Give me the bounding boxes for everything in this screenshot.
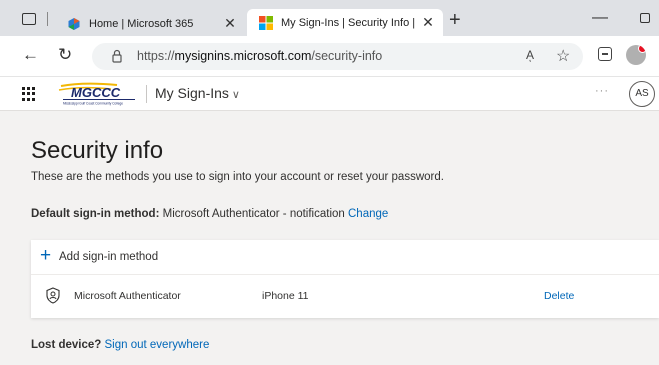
read-aloud-icon[interactable]: Aͅ [526, 48, 534, 62]
refresh-icon[interactable]: ↻ [58, 45, 72, 65]
header-divider [146, 85, 147, 103]
lock-icon [112, 49, 122, 63]
microsoft-logo-icon [259, 15, 273, 30]
add-sign-in-method-button[interactable]: + Add sign-in method [31, 240, 659, 275]
method-device: iPhone 11 [262, 290, 309, 302]
add-icon: + [40, 245, 52, 266]
lost-device: Lost device? Sign out everywhere [31, 339, 209, 351]
sign-in-methods-card: + Add sign-in method Microsoft Authentic… [31, 240, 659, 318]
authenticator-icon [46, 287, 60, 304]
default-method-value: Microsoft Authenticator - notification [162, 208, 345, 220]
collections-icon[interactable] [598, 47, 612, 61]
app-launcher-icon[interactable] [22, 87, 36, 101]
tab-title: My Sign-Ins | Security Info | Micr [281, 16, 419, 29]
tab-close-icon[interactable]: ✕ [419, 14, 437, 31]
sign-out-everywhere-link[interactable]: Sign out everywhere [105, 339, 210, 351]
new-tab-button[interactable]: + [449, 9, 461, 32]
add-method-label: Add sign-in method [59, 251, 159, 263]
address-bar[interactable]: https://mysignins.microsoft.com/security… [92, 43, 583, 70]
minimize-icon[interactable]: — [592, 9, 608, 27]
browser-profile-avatar[interactable] [626, 45, 646, 65]
list-item: Microsoft Authenticator iPhone 11 Delete [31, 275, 659, 318]
url-text: https://mysignins.microsoft.com/security… [137, 49, 383, 63]
default-sign-in-method: Default sign-in method: Microsoft Authen… [31, 208, 388, 220]
delete-method-link[interactable]: Delete [544, 290, 574, 302]
tab-divider [47, 12, 48, 26]
page-subtitle: These are the methods you use to sign in… [31, 171, 444, 183]
change-default-link[interactable]: Change [348, 208, 388, 220]
back-arrow-icon[interactable]: ← [22, 45, 39, 65]
chevron-down-icon: ∨ [231, 89, 240, 101]
tab-close-icon[interactable]: ✕ [221, 15, 239, 32]
user-avatar[interactable]: AS [629, 81, 655, 107]
tab-my-sign-ins[interactable]: My Sign-Ins | Security Info | Micr ✕ [247, 9, 443, 36]
tab-title: Home | Microsoft 365 [89, 17, 194, 30]
default-method-label: Default sign-in method: [31, 208, 160, 220]
page-title: Security info [31, 137, 164, 164]
m365-icon [68, 17, 80, 30]
more-options-icon[interactable]: ··· [595, 85, 609, 97]
svg-text:MGCCC: MGCCC [71, 85, 121, 100]
lost-device-label: Lost device? [31, 339, 102, 351]
tab-home-microsoft-365[interactable]: Home | Microsoft 365 ✕ [55, 11, 245, 36]
app-header: MGCCC Mississippi Gulf Coast Community C… [0, 77, 659, 111]
method-name: Microsoft Authenticator [74, 290, 181, 302]
mgccc-logo[interactable]: MGCCC Mississippi Gulf Coast Community C… [57, 82, 141, 106]
maximize-icon[interactable] [640, 13, 650, 23]
add-favorite-icon[interactable]: ☆ [556, 46, 570, 66]
tab-actions-icon[interactable] [22, 13, 36, 25]
svg-text:Mississippi Gulf Coast Communi: Mississippi Gulf Coast Community College [63, 102, 123, 106]
app-switcher[interactable]: My Sign-Ins ∨ [155, 85, 240, 101]
app-name-label: My Sign-Ins [155, 85, 229, 101]
browser-tab-strip: Home | Microsoft 365 ✕ My Sign-Ins | Sec… [0, 0, 659, 36]
browser-toolbar: ← ↻ https://mysignins.microsoft.com/secu… [0, 36, 659, 77]
